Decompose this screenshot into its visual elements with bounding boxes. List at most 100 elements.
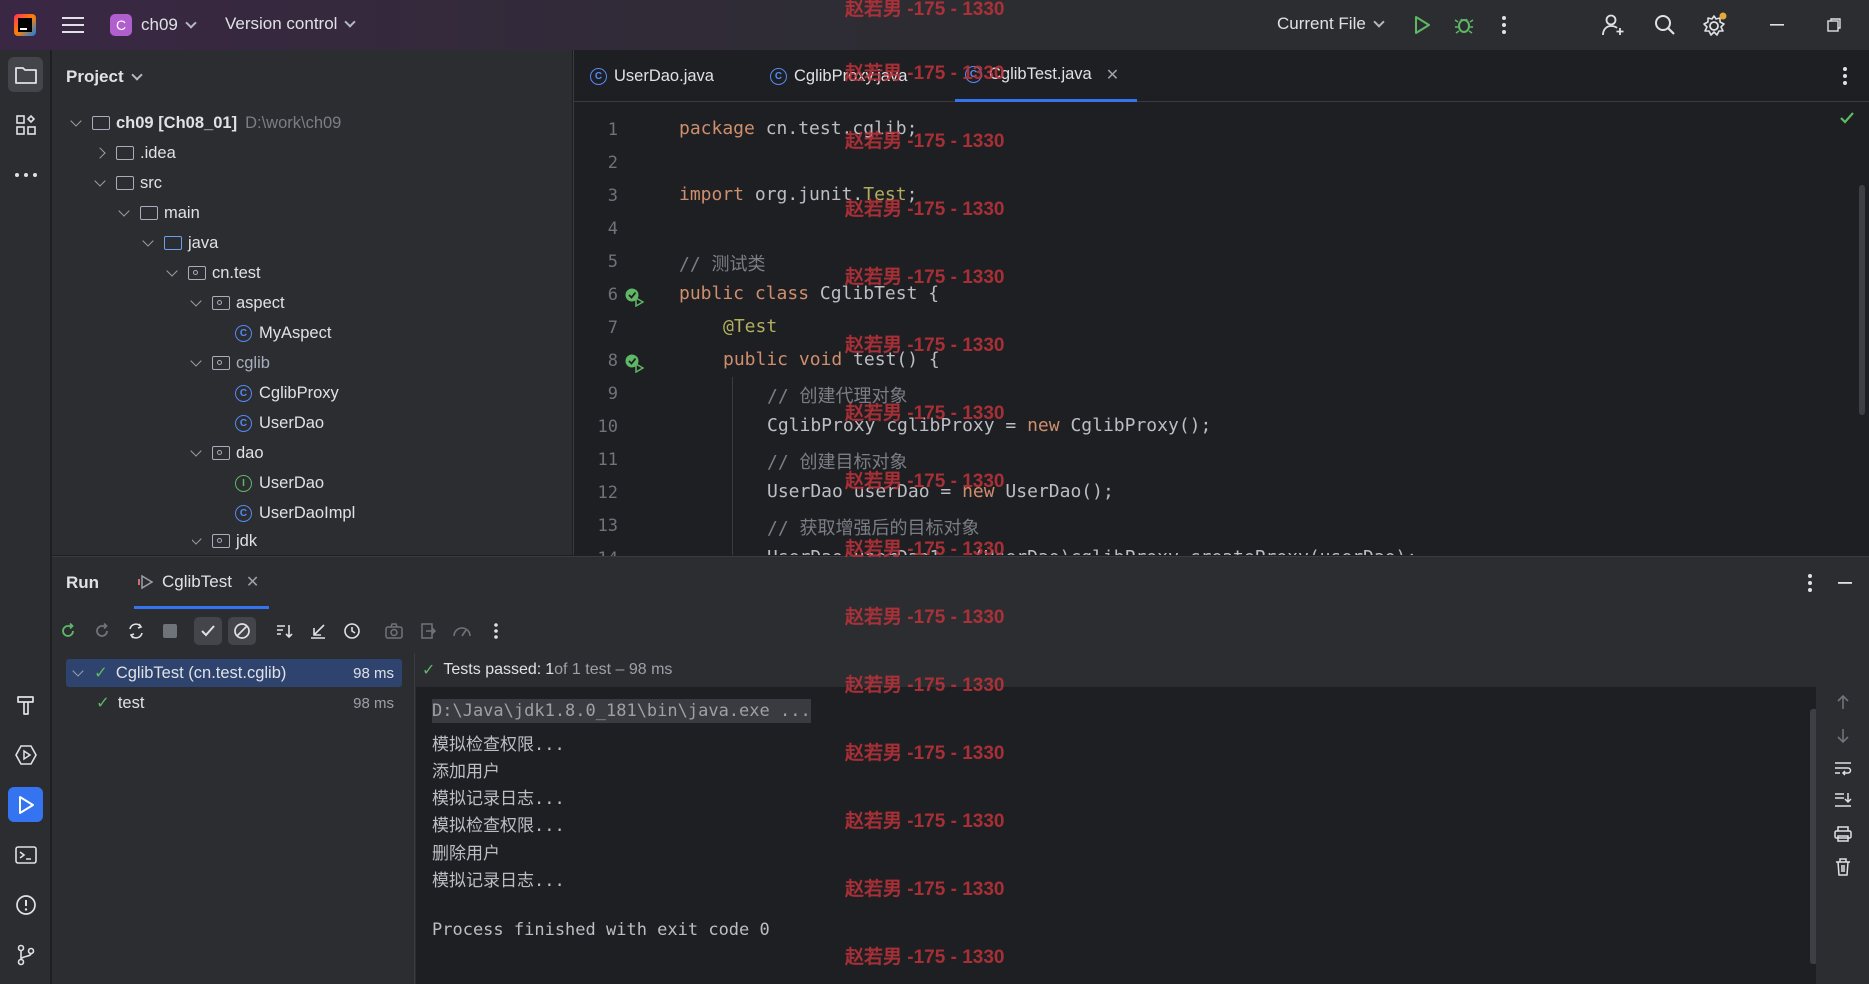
test-suite-row[interactable]: ✓ CglibTest (cn.test.cglib) 98 ms	[66, 659, 402, 687]
chevron-down-icon[interactable]	[118, 204, 130, 217]
run-config-tab[interactable]: CglibTest ✕	[134, 557, 270, 609]
code-line: CglibProxy cglibProxy = new CglibProxy()…	[767, 415, 1212, 436]
git-branch-icon[interactable]	[8, 937, 43, 972]
console-line: 添加用户	[432, 762, 500, 782]
tree-item-userdao-interface[interactable]: I UserDao	[235, 469, 324, 497]
tree-item-userdaoimpl[interactable]: C UserDaoImpl	[235, 499, 355, 527]
ide-logo-icon[interactable]	[12, 12, 38, 38]
close-tab-icon[interactable]: ✕	[246, 572, 259, 592]
chevron-down-icon[interactable]	[192, 532, 202, 545]
test-history-icon[interactable]	[338, 617, 366, 645]
chevron-down-icon[interactable]	[142, 234, 154, 247]
chevron-right-icon[interactable]	[94, 147, 106, 159]
run-panel-more-icon[interactable]	[1803, 573, 1817, 593]
tree-item-cn-test[interactable]: cn.test	[166, 259, 261, 287]
project-panel-title[interactable]: Project	[66, 67, 143, 87]
console-command-line[interactable]: D:\Java\jdk1.8.0_181\bin\java.exe ...	[432, 699, 811, 723]
build-hammer-icon[interactable]	[8, 687, 43, 722]
chevron-down-icon[interactable]	[190, 444, 202, 457]
main-menu-icon[interactable]	[60, 13, 86, 37]
close-tab-icon[interactable]: ✕	[1106, 65, 1119, 85]
export-results-icon[interactable]	[414, 617, 442, 645]
structure-icon[interactable]	[8, 107, 43, 142]
test-case-label: test	[117, 693, 145, 712]
rerun-failed-icon[interactable]	[88, 617, 116, 645]
vcs-label: Version control	[225, 14, 338, 33]
console-output[interactable]: ✓ Tests passed: 1 of 1 test – 98 ms D:\J…	[416, 653, 1818, 984]
tree-item-main[interactable]: main	[118, 199, 200, 227]
tab-cglibtest-java[interactable]: C CglibTest.java ✕	[955, 50, 1138, 102]
tab-label: UserDao.java	[614, 66, 714, 85]
services-icon[interactable]	[8, 737, 43, 772]
tree-item-aspect[interactable]: aspect	[190, 289, 285, 317]
run-tool-icon[interactable]	[8, 787, 43, 822]
more-actions-icon[interactable]	[1496, 13, 1512, 37]
chevron-down-icon[interactable]	[190, 294, 202, 307]
tree-item-myaspect[interactable]: C MyAspect	[235, 319, 331, 347]
print-icon[interactable]	[1832, 823, 1854, 845]
chevron-down-icon[interactable]	[190, 354, 202, 367]
chevron-down-icon[interactable]	[166, 264, 178, 277]
project-switcher[interactable]: C ch09	[110, 14, 197, 36]
tree-item-cglib[interactable]: cglib	[190, 349, 270, 377]
interface-icon: I	[235, 474, 252, 492]
project-tool-folder-icon[interactable]	[8, 57, 43, 92]
stop-icon[interactable]	[156, 617, 184, 645]
scroll-to-end-icon[interactable]	[1832, 789, 1854, 811]
code-line: package cn.test.cglib;	[679, 118, 918, 139]
tree-item-dao[interactable]: dao	[190, 439, 264, 467]
toggle-auto-test-icon[interactable]	[122, 617, 150, 645]
vcs-menu[interactable]: Version control	[225, 14, 357, 34]
problems-icon[interactable]	[8, 887, 43, 922]
tab-cglibproxy-java[interactable]: C CglibProxy.java	[770, 50, 907, 102]
run-config-selector[interactable]: Current File	[1277, 14, 1385, 34]
chevron-down-icon[interactable]	[70, 114, 82, 127]
run-button[interactable]	[1410, 13, 1434, 37]
test-case-row[interactable]: ✓ test 98 ms	[66, 689, 402, 717]
restore-window-icon[interactable]	[1823, 14, 1845, 36]
tree-item-label: .idea	[140, 143, 176, 162]
tree-item-cglibproxy[interactable]: C CglibProxy	[235, 379, 339, 407]
tests-status-bar: ✓ Tests passed: 1 of 1 test – 98 ms	[416, 653, 1816, 687]
settings-gear-icon[interactable]	[1701, 11, 1729, 39]
show-ignored-icon[interactable]	[228, 617, 256, 645]
class-icon: C	[770, 67, 787, 85]
add-user-icon[interactable]	[1600, 12, 1626, 38]
tree-item-src[interactable]: src	[94, 169, 162, 197]
chevron-down-icon[interactable]	[94, 174, 106, 187]
clear-trash-icon[interactable]	[1832, 856, 1854, 878]
coverage-icon[interactable]	[448, 617, 476, 645]
run-tab-title[interactable]: Run	[66, 573, 99, 593]
tree-item-userdao-cglib[interactable]: C UserDao	[235, 409, 324, 437]
more-tools-icon[interactable]	[8, 157, 43, 192]
tree-item-java[interactable]: java	[142, 229, 218, 257]
toolbar-more-icon[interactable]	[482, 617, 510, 645]
search-icon[interactable]	[1652, 12, 1678, 38]
hide-panel-icon[interactable]	[1835, 573, 1855, 593]
code-line: import org.junit.Test;	[679, 184, 918, 205]
chevron-down-icon[interactable]	[72, 664, 84, 677]
tree-item-idea[interactable]: .idea	[94, 139, 176, 167]
console-side-toolbar	[1816, 653, 1869, 984]
run-panel-header: Run CglibTest ✕	[52, 557, 1869, 609]
collapse-all-icon[interactable]	[304, 617, 332, 645]
run-config-tab-label: CglibTest	[162, 571, 232, 591]
debug-button[interactable]	[1452, 13, 1476, 37]
screenshot-icon[interactable]	[380, 617, 408, 645]
tree-item-jdk[interactable]: jdk	[192, 529, 257, 553]
editor-area: C UserDao.java C CglibProxy.java C Cglib…	[573, 50, 1869, 569]
tab-userdao-java[interactable]: C UserDao.java	[590, 50, 714, 102]
show-passed-icon[interactable]	[194, 617, 222, 645]
arrow-up-icon[interactable]	[1832, 691, 1854, 713]
tree-root[interactable]: ch09 [Ch08_01] D:\work\ch09	[70, 109, 341, 137]
arrow-down-icon[interactable]	[1832, 725, 1854, 747]
code-area[interactable]: package cn.test.cglib; import org.junit.…	[574, 102, 1854, 555]
editor-scrollbar[interactable]	[1859, 185, 1865, 415]
sort-alphabetically-icon[interactable]	[270, 617, 298, 645]
soft-wrap-icon[interactable]	[1832, 757, 1854, 779]
terminal-icon[interactable]	[8, 837, 43, 872]
rerun-icon[interactable]	[54, 617, 82, 645]
class-icon: C	[590, 67, 607, 85]
minimize-icon[interactable]	[1766, 14, 1788, 36]
tabs-more-icon[interactable]	[1838, 66, 1852, 86]
